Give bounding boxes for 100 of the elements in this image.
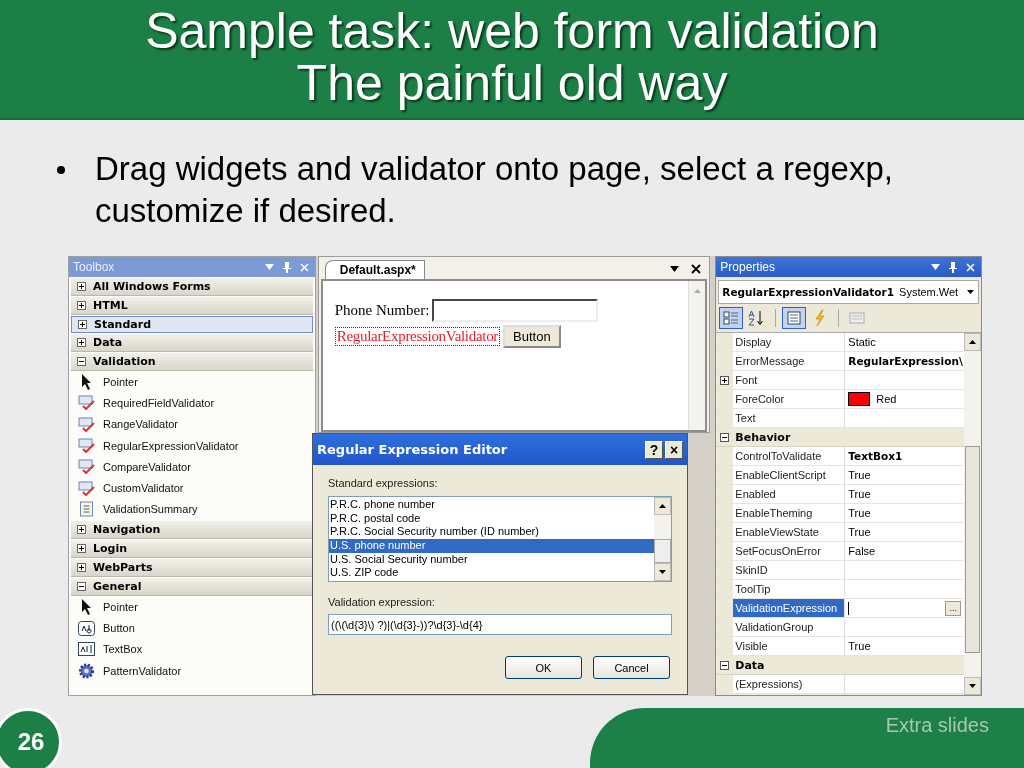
property-name[interactable]: SetFocusOnError <box>733 542 846 560</box>
close-icon[interactable] <box>691 264 702 274</box>
expander-icon[interactable] <box>77 338 86 347</box>
list-icon[interactable] <box>782 307 807 329</box>
toolbox-group[interactable]: Navigation <box>71 521 313 540</box>
property-name[interactable]: ValidationExpression <box>733 599 846 617</box>
list-item[interactable]: P.R.C. Social Security number (ID number) <box>329 525 654 540</box>
toolbox-group[interactable]: HTML <box>71 297 313 315</box>
toolbox-item[interactable]: PatternValidator <box>103 664 182 677</box>
dropdown-icon[interactable] <box>670 266 680 272</box>
toolbox-group[interactable]: Data <box>71 334 313 352</box>
property-name[interactable]: EnableClientScript <box>733 466 846 484</box>
toolbox-group[interactable]: General <box>71 578 313 597</box>
value-cell[interactable]: True <box>845 485 964 503</box>
expander-icon[interactable] <box>77 525 86 535</box>
document-tab[interactable]: Default.aspx* <box>324 260 425 279</box>
expander-icon[interactable] <box>77 582 86 592</box>
toolbox-group[interactable]: Standard <box>71 316 313 333</box>
scrollbar[interactable] <box>964 333 981 695</box>
property-name[interactable]: ValidationGroup <box>733 618 846 636</box>
list-item[interactable]: U.S. ZIP code <box>329 566 654 581</box>
value-cell[interactable] <box>845 618 964 636</box>
property-name[interactable]: (Expressions) <box>733 675 846 693</box>
value-cell[interactable] <box>845 675 964 693</box>
value-cell[interactable]: True <box>845 637 964 655</box>
toolbox-item[interactable]: ValidationSummary <box>103 503 198 516</box>
property-name[interactable]: EnableViewState <box>733 523 846 541</box>
property-name[interactable]: EnableTheming <box>733 504 846 522</box>
toolbox-group[interactable]: WebParts <box>71 559 313 578</box>
value-cell[interactable]: Red <box>845 390 964 408</box>
list-item[interactable]: P.R.C. postal code <box>329 511 654 526</box>
toolbox-item[interactable]: Pointer <box>103 375 138 388</box>
property-name[interactable]: Font <box>733 371 846 389</box>
toolbox-item[interactable]: RequiredFieldValidator <box>103 396 215 409</box>
expand-icon[interactable] <box>720 375 730 385</box>
property-name[interactable]: Text <box>733 409 846 427</box>
toolbox-item[interactable]: RangeValidator <box>103 418 178 431</box>
value-cell[interactable]: False <box>845 542 964 560</box>
expander-icon[interactable] <box>77 301 86 310</box>
list-item[interactable]: U.S. phone number <box>329 539 654 553</box>
property-name[interactable]: ErrorMessage <box>733 352 846 370</box>
value-cell[interactable] <box>845 371 964 389</box>
scrollbar[interactable] <box>654 497 671 581</box>
expander-icon[interactable] <box>77 563 86 573</box>
ok-button[interactable]: OK <box>505 656 582 679</box>
ellipsis-button[interactable]: ... <box>945 600 961 616</box>
toolbox-item[interactable]: CustomValidator <box>103 482 184 495</box>
scrollbar[interactable] <box>688 281 706 430</box>
value-cell[interactable] <box>845 561 964 579</box>
value-cell[interactable] <box>845 409 964 427</box>
value-cell[interactable]: True <box>845 523 964 541</box>
expander-icon[interactable] <box>77 282 86 291</box>
expander-icon[interactable] <box>720 660 730 670</box>
property-name[interactable]: Enabled <box>733 485 846 503</box>
close-button[interactable]: × <box>665 440 683 459</box>
object-selector[interactable]: RegularExpressionValidator1 System.Wet <box>718 280 979 304</box>
property-value: True <box>848 488 871 500</box>
toolbox-item[interactable]: RegularExpressionValidator <box>103 439 239 452</box>
scroll-down-icon[interactable] <box>969 684 976 688</box>
property-name[interactable]: SkinID <box>733 561 846 579</box>
property-name[interactable]: ForeColor <box>733 390 846 408</box>
dropdown-icon[interactable] <box>967 290 974 294</box>
toolbox-item[interactable]: Button <box>103 622 135 634</box>
scroll-down-icon[interactable] <box>659 570 666 574</box>
expander-icon[interactable] <box>77 357 86 366</box>
toolbox-item[interactable]: TextBox <box>103 643 143 656</box>
value-cell[interactable]: ... <box>845 599 964 617</box>
help-button[interactable]: ? <box>645 440 663 459</box>
categorized-icon[interactable] <box>719 307 744 329</box>
toolbox-item[interactable]: Pointer <box>103 600 138 613</box>
value-cell[interactable] <box>845 580 964 598</box>
list-item[interactable]: U.S. Social Security number <box>329 552 654 567</box>
property-name[interactable]: ControlToValidate <box>733 447 846 465</box>
scroll-thumb[interactable] <box>654 539 671 563</box>
panel-title: Properties <box>720 260 775 274</box>
value-cell[interactable]: Static <box>845 333 964 351</box>
pin-icon[interactable] <box>949 261 957 273</box>
value-cell[interactable]: True <box>845 466 964 484</box>
form-button[interactable]: Button <box>503 325 561 348</box>
field-label: Phone Number: <box>334 302 430 319</box>
expander-icon[interactable] <box>720 432 730 442</box>
validator-text[interactable]: RegularExpressionValidator <box>334 327 501 346</box>
expander-icon[interactable] <box>77 544 86 554</box>
list-item[interactable]: P.R.C. phone number <box>329 498 654 512</box>
cancel-button[interactable]: Cancel <box>593 656 670 679</box>
scroll-thumb[interactable] <box>965 446 980 653</box>
toolbox-group[interactable]: All Windows Forms <box>71 278 313 296</box>
toolbox-item[interactable]: CompareValidator <box>103 460 191 473</box>
expression-field[interactable]: ((\(\d{3}\) ?)|(\d{3}-))?\d{3}-\d{4} <box>328 614 672 635</box>
toolbox-group[interactable]: Validation <box>71 353 313 371</box>
property-name[interactable]: Visible <box>733 637 846 655</box>
expander-icon[interactable] <box>78 320 87 329</box>
toolbox-group[interactable]: Login <box>71 540 313 559</box>
text-field[interactable] <box>432 299 599 322</box>
value-cell[interactable]: True <box>845 504 964 522</box>
scroll-up-icon[interactable] <box>969 340 976 344</box>
property-name[interactable]: ToolTip <box>733 580 846 598</box>
property-name[interactable]: Display <box>733 333 846 351</box>
scroll-up-icon[interactable] <box>659 504 666 508</box>
value-cell[interactable]: TextBox1 <box>845 447 964 465</box>
